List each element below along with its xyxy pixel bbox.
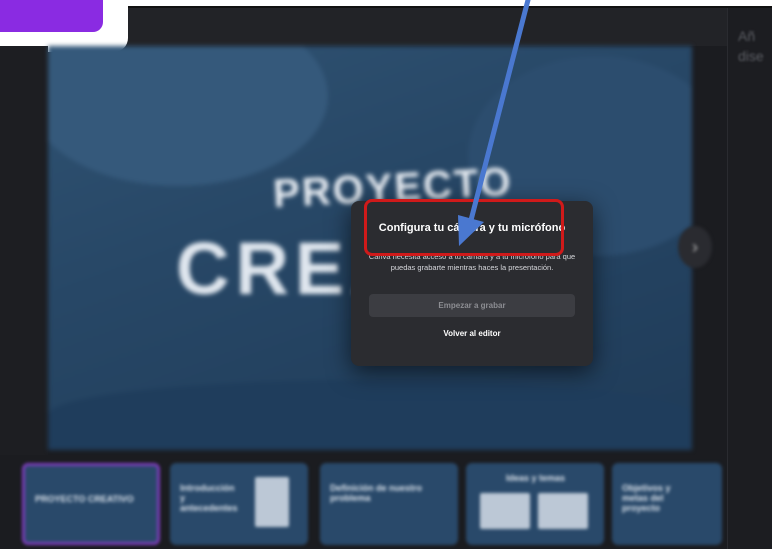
slide-decoration xyxy=(48,380,692,450)
thumbnail-card xyxy=(480,493,530,529)
back-to-editor-link[interactable]: Volver al editor xyxy=(351,329,593,338)
thumbnail-slide-3[interactable]: Definición de nuestro problema xyxy=(320,463,458,545)
purple-share-button[interactable] xyxy=(0,0,103,32)
screenshot-crop-border xyxy=(128,0,772,8)
canva-editor: PROYECTO CREA › Añ dise PROYECTO CREATIV… xyxy=(0,0,772,549)
right-panel: Añ dise xyxy=(727,8,772,549)
thumbnail-label: Objetivos y metas del proyecto xyxy=(622,483,671,513)
thumbnail-slide-1[interactable]: PROYECTO CREATIVO xyxy=(22,463,160,545)
left-gutter xyxy=(0,46,48,458)
thumbnail-slide-5[interactable]: Objetivos y metas del proyecto xyxy=(612,463,722,545)
thumbnail-image xyxy=(255,477,289,527)
slide-thumbnails: PROYECTO CREATIVO Introducción y anteced… xyxy=(0,455,727,549)
thumbnail-label: Introducción y antecedentes xyxy=(180,483,238,513)
thumbnail-label: Definición de nuestro problema xyxy=(330,483,423,503)
thumbnail-label: Ideas y temas xyxy=(506,473,566,483)
thumbnail-label: PROYECTO CREATIVO xyxy=(35,494,134,504)
thumbnail-slide-4[interactable]: Ideas y temas xyxy=(466,463,604,545)
chevron-right-icon[interactable]: › xyxy=(678,226,712,268)
thumbnail-card xyxy=(538,493,588,529)
highlight-box xyxy=(364,199,564,256)
thumbnail-slide-2[interactable]: Introducción y antecedentes xyxy=(170,463,308,545)
slide-decoration xyxy=(48,46,328,186)
start-recording-button[interactable]: Empezar a grabar xyxy=(369,294,575,317)
right-panel-text: Añ dise xyxy=(738,28,764,64)
